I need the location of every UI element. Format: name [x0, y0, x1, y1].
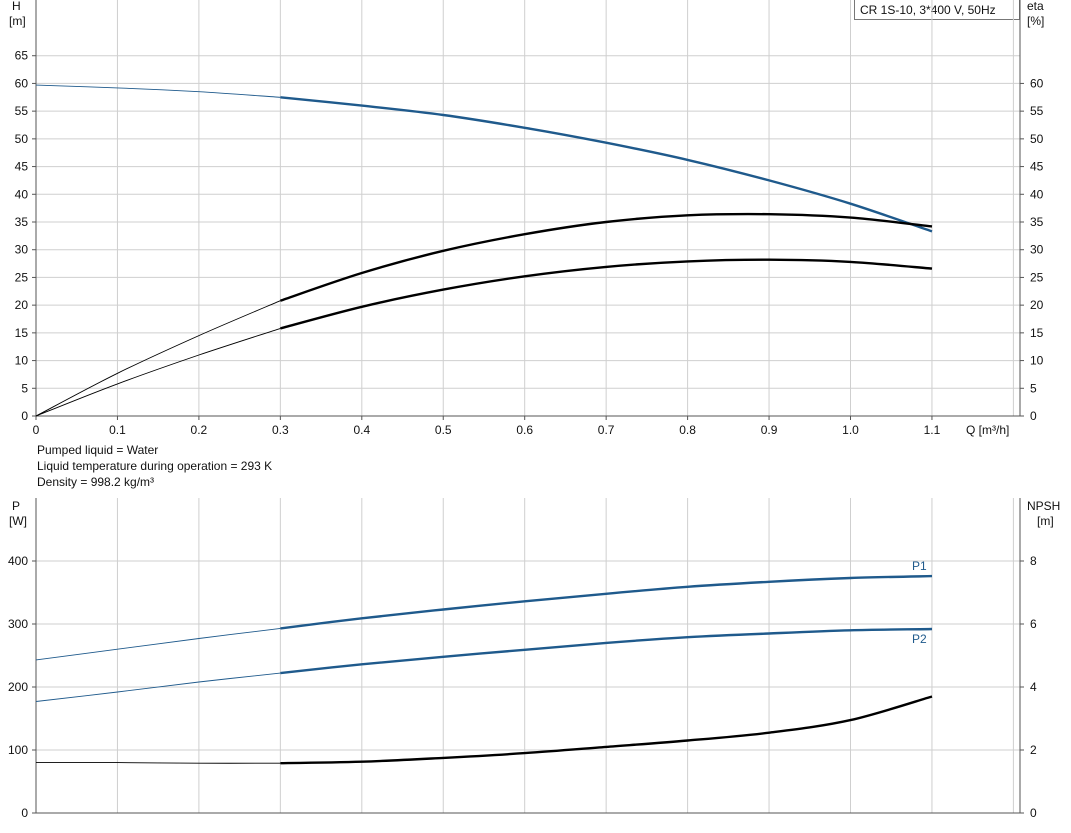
x-tick-label: 0.5 [435, 423, 452, 437]
x-tick-label: 0.2 [191, 423, 208, 437]
left-tick-label: 30 [15, 243, 29, 257]
right-tick-label: 15 [1030, 326, 1044, 340]
x-tick-label: 0.1 [109, 423, 126, 437]
right-tick-label: 10 [1030, 354, 1044, 368]
right-tick-label: 2 [1030, 743, 1037, 757]
right-tick-label: 4 [1030, 680, 1037, 694]
right-tick-label: 35 [1030, 215, 1044, 229]
left-tick-label: 25 [15, 270, 29, 284]
x-tick-label: 0.3 [272, 423, 289, 437]
right-tick-label: 30 [1030, 243, 1044, 257]
right-tick-label: 8 [1030, 554, 1037, 568]
right-tick-label: 45 [1030, 160, 1044, 174]
left-tick-label: 400 [8, 554, 28, 568]
left-tick-label: 20 [15, 298, 29, 312]
left-tick-label: 100 [8, 743, 28, 757]
x-tick-label: 0.6 [516, 423, 533, 437]
left-axis-unit: [m] [9, 14, 26, 28]
series-0-0-curve-thin [35, 84, 281, 98]
left-tick-label: 55 [15, 104, 29, 118]
left-axis-title: P [12, 499, 20, 513]
p1-curve-thin [35, 627, 281, 661]
x-axis-label: Q [m³/h] [966, 423, 1009, 437]
right-axis-unit: [m] [1037, 514, 1054, 528]
x-tick-label: 1.1 [924, 423, 941, 437]
left-tick-label: 5 [21, 381, 28, 395]
left-axis-unit: [W] [9, 514, 27, 528]
x-tick-label: 0.8 [679, 423, 696, 437]
left-tick-label: 65 [15, 49, 29, 63]
series-0-2-curve-thin [35, 327, 281, 417]
right-axis-title: NPSH [1027, 499, 1060, 513]
left-tick-label: 10 [15, 354, 29, 368]
right-tick-label: 25 [1030, 270, 1044, 284]
right-tick-label: 0 [1030, 806, 1037, 820]
right-tick-label: 50 [1030, 132, 1044, 146]
series-0-1-curve-thin [35, 300, 281, 417]
p2-series-label: P2 [912, 632, 927, 646]
p1-series-label: P1 [912, 559, 927, 573]
right-tick-label: 20 [1030, 298, 1044, 312]
left-tick-label: 300 [8, 617, 28, 631]
pump-curves-chart: 0510152025303540455055606505101520253035… [8, 0, 1060, 820]
x-tick-label: 0 [33, 423, 40, 437]
left-tick-label: 0 [21, 409, 28, 423]
left-tick-label: 45 [15, 160, 29, 174]
left-tick-label: 50 [15, 132, 29, 146]
left-tick-label: 40 [15, 187, 29, 201]
left-tick-label: 0 [21, 806, 28, 820]
right-tick-label: 0 [1030, 409, 1037, 423]
right-axis-unit: [%] [1027, 14, 1044, 28]
series-1-2-curve-thin [35, 762, 281, 764]
x-tick-label: 0.9 [761, 423, 778, 437]
left-tick-label: 15 [15, 326, 29, 340]
right-axis-title: eta [1027, 0, 1044, 13]
left-tick-label: 35 [15, 215, 29, 229]
right-tick-label: 55 [1030, 104, 1044, 118]
right-tick-label: 40 [1030, 187, 1044, 201]
right-tick-label: 60 [1030, 76, 1044, 90]
left-axis-title: H [12, 0, 21, 13]
left-tick-label: 200 [8, 680, 28, 694]
left-tick-label: 60 [15, 76, 29, 90]
right-tick-label: 5 [1030, 381, 1037, 395]
x-tick-label: 0.7 [598, 423, 615, 437]
x-tick-label: 1.0 [842, 423, 859, 437]
right-tick-label: 6 [1030, 617, 1037, 631]
x-tick-label: 0.4 [353, 423, 370, 437]
